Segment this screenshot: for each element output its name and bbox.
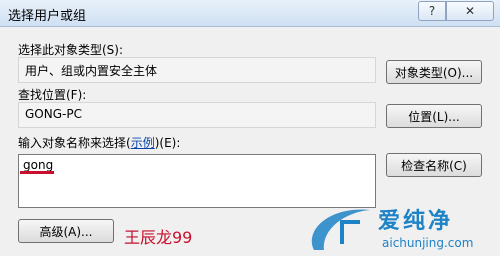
title-bar: 选择用户或组 ? ✕ — [0, 0, 500, 27]
watermark-url: aichunjing.com — [382, 236, 474, 250]
watermark-brand: 爱纯净 — [378, 209, 454, 234]
annotation-text: 王辰龙99 — [124, 228, 193, 247]
examples-link[interactable]: 示例 — [131, 136, 155, 150]
check-names-button[interactable]: 检查名称(C) — [386, 153, 482, 177]
object-name-label: 输入对象名称来选择(示例)(E): — [18, 134, 180, 151]
object-name-value: gong — [23, 158, 54, 172]
window-title: 选择用户或组 — [8, 9, 87, 24]
logo-bracket-icon — [340, 220, 360, 244]
help-button[interactable]: ? — [418, 1, 446, 21]
location-label: 查找位置(F): — [18, 88, 87, 102]
advanced-button[interactable]: 高级(A)... — [18, 219, 114, 243]
locations-button[interactable]: 位置(L)... — [386, 104, 482, 128]
annotation-underline — [20, 171, 54, 174]
object-name-label-suffix: )(E): — [154, 136, 181, 150]
object-type-label: 选择此对象类型(S): — [18, 43, 124, 57]
object-name-label-prefix: 输入对象名称来选择( — [18, 136, 131, 150]
object-type-field: 用户、组或内置安全主体 — [18, 57, 376, 83]
close-button[interactable]: ✕ — [446, 1, 494, 21]
location-field: GONG-PC — [18, 102, 376, 128]
object-types-button[interactable]: 对象类型(O)... — [386, 60, 482, 84]
